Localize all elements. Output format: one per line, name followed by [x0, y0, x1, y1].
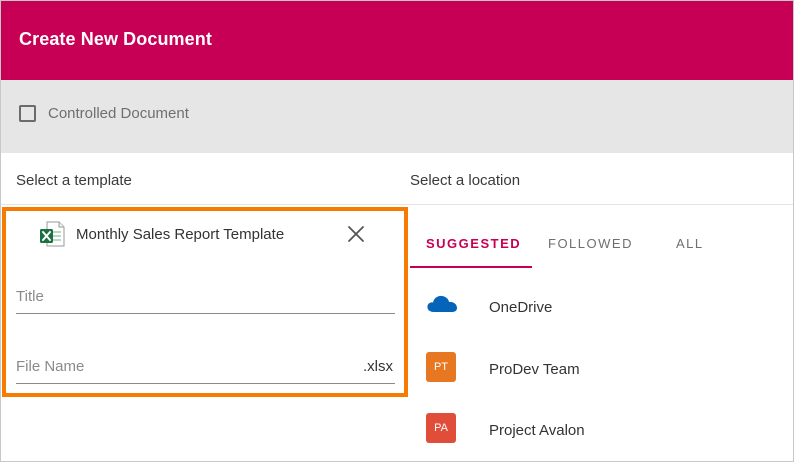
tab-followed[interactable]: FOLLOWED [548, 236, 633, 251]
controlled-document-label[interactable]: Controlled Document [48, 105, 189, 122]
file-extension: .xlsx [363, 358, 393, 375]
section-divider [1, 204, 793, 205]
select-template-label: Select a template [16, 172, 132, 189]
title-field-underline [16, 313, 395, 314]
location-prodev-team[interactable]: ProDev Team [489, 361, 580, 378]
title-field[interactable]: Title [16, 288, 44, 305]
location-onedrive[interactable]: OneDrive [489, 299, 552, 316]
controlled-document-checkbox[interactable] [19, 105, 36, 122]
onedrive-cloud-icon [427, 295, 457, 312]
tab-suggested[interactable]: SUGGESTED [426, 236, 521, 251]
file-name-field[interactable]: File Name [16, 358, 84, 375]
prodev-team-avatar: PT [426, 352, 456, 382]
location-project-avalon[interactable]: Project Avalon [489, 422, 585, 439]
selected-template-name: Monthly Sales Report Template [76, 226, 285, 243]
dialog-title: Create New Document [19, 29, 212, 49]
select-location-label: Select a location [410, 172, 521, 189]
close-icon[interactable] [345, 223, 367, 245]
file-name-field-underline [16, 383, 395, 384]
active-tab-indicator [410, 266, 532, 268]
excel-icon [40, 221, 65, 247]
dialog-header: Create New Document [1, 1, 793, 80]
project-avalon-avatar: PA [426, 413, 456, 443]
tab-all[interactable]: ALL [676, 236, 704, 251]
create-document-dialog: Create New Document Controlled Document … [0, 0, 794, 462]
